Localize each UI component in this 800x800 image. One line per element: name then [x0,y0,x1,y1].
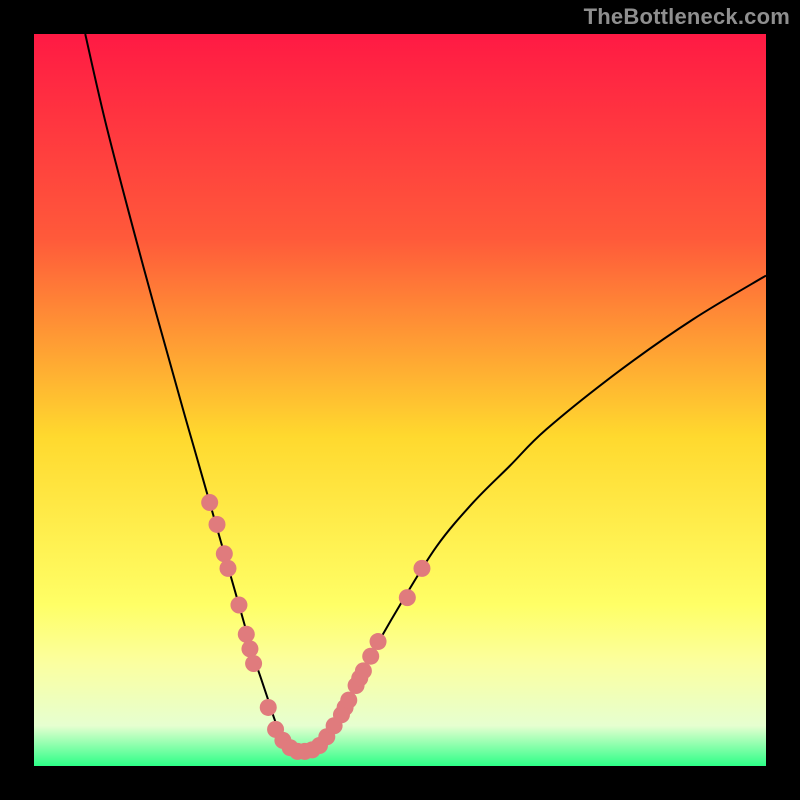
data-marker [399,589,416,606]
data-marker [230,596,247,613]
data-marker [216,545,233,562]
data-marker [362,648,379,665]
data-marker [355,662,372,679]
data-marker [260,699,277,716]
plot-area [34,34,766,766]
data-marker [370,633,387,650]
data-marker [219,560,236,577]
data-marker [241,640,258,657]
data-marker [413,560,430,577]
data-marker [238,626,255,643]
chart-frame: TheBottleneck.com [0,0,800,800]
watermark-text: TheBottleneck.com [584,4,790,30]
data-marker [209,516,226,533]
data-marker [201,494,218,511]
chart-svg [34,34,766,766]
data-marker [245,655,262,672]
gradient-background [34,34,766,766]
data-marker [340,692,357,709]
